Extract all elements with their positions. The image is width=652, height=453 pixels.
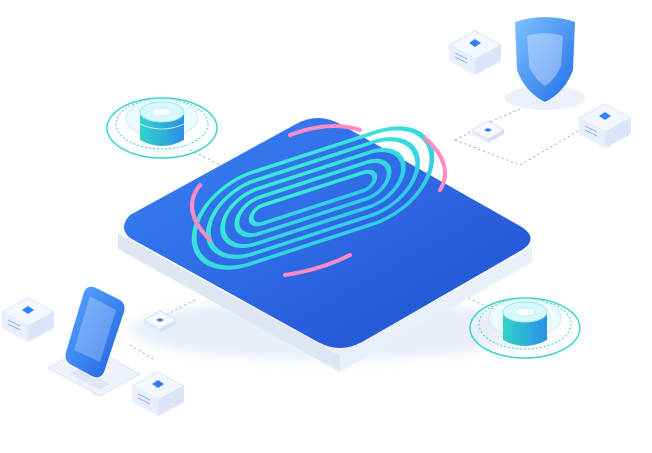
smartphone-icon [46, 286, 142, 397]
server-icon-left [0, 297, 56, 342]
database-icon-top-left [106, 97, 218, 159]
server-icon-right [577, 103, 633, 148]
fingerprint-security-illustration [0, 17, 633, 416]
server-icon-top-right [447, 30, 503, 75]
server-icon-bottom-left [130, 371, 186, 416]
shield-icon [505, 17, 585, 110]
chip-icon-right [470, 120, 506, 143]
